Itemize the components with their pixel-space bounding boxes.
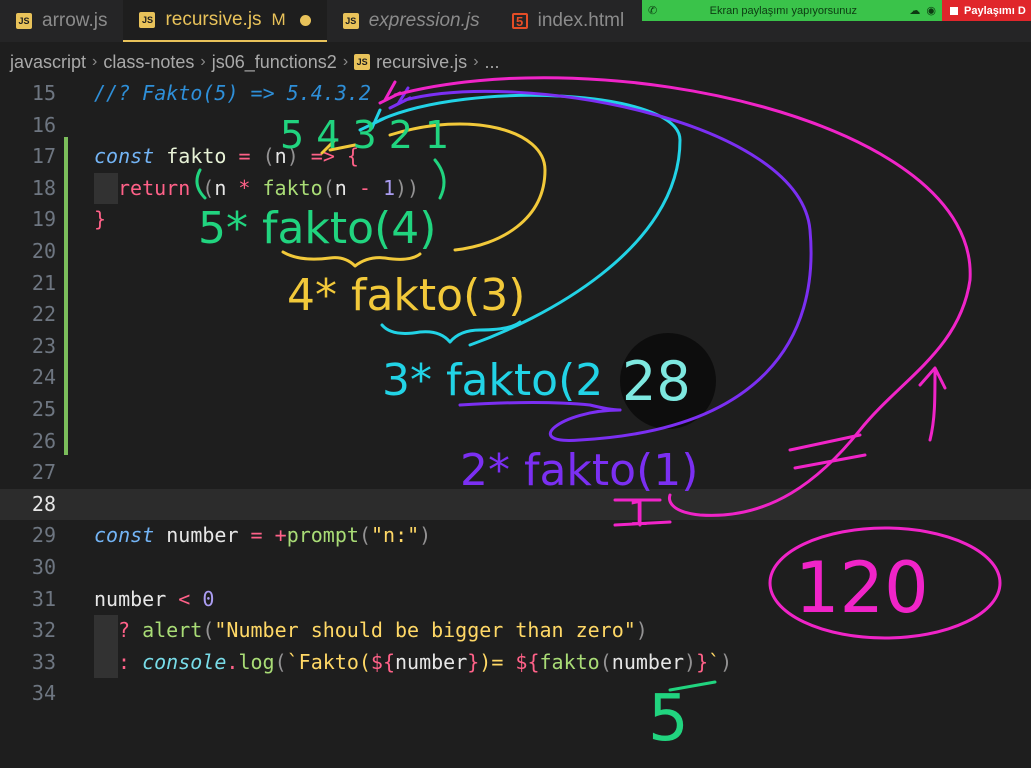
code-line[interactable]: 25 xyxy=(0,394,1031,426)
breadcrumb-item[interactable]: javascript xyxy=(10,52,86,73)
line-number: 30 xyxy=(31,555,56,579)
line-number: 27 xyxy=(31,460,56,485)
breadcrumb-item[interactable]: js06_functions2 xyxy=(212,52,337,73)
code-line[interactable]: 22 xyxy=(0,299,1031,331)
line-number: 17 xyxy=(31,144,56,169)
stop-sharing-button[interactable]: Paylaşımı D xyxy=(942,0,1031,21)
tab-label: index.html xyxy=(537,10,625,31)
screen-share-status[interactable]: ✆ Ekran paylaşımı yapıyorsunuz ☁ ◉ xyxy=(642,0,942,21)
breadcrumb: javascript › class-notes › js06_function… xyxy=(0,44,1031,80)
javascript-file-icon: JS xyxy=(342,13,359,29)
line-number: 22 xyxy=(31,302,56,327)
cursor-line-number: 28 xyxy=(622,350,691,413)
tab-arrow-js[interactable]: JS arrow.js xyxy=(0,0,123,42)
code-line[interactable]: 34 xyxy=(0,678,1031,710)
tab-expression-js[interactable]: JS expression.js xyxy=(327,0,496,42)
chevron-right-icon: › xyxy=(473,53,479,70)
screen-share-label: Ekran paylaşımı yapıyorsunuz xyxy=(709,4,857,17)
line-number: 28 xyxy=(31,491,56,516)
line-number: 16 xyxy=(31,112,56,137)
line-number: 26 xyxy=(31,428,56,453)
code-text: return (n * fakto(n - 1)) xyxy=(118,175,420,200)
code-line[interactable]: 29 const number = +prompt("n:") xyxy=(0,520,1031,552)
line-number: 15 xyxy=(31,81,56,105)
code-line[interactable]: 26 xyxy=(0,426,1031,458)
line-number: 32 xyxy=(31,618,56,643)
code-line[interactable]: 27 xyxy=(0,457,1031,489)
code-line[interactable]: 17 const fakto = (n) => { xyxy=(0,141,1031,173)
code-line[interactable]: 21 xyxy=(0,268,1031,300)
line-number: 33 xyxy=(31,649,56,674)
tab-recursive-js[interactable]: JS recursive.js M xyxy=(123,0,327,42)
javascript-file-icon: JS xyxy=(16,13,32,29)
code-text: number < 0 xyxy=(94,586,215,611)
chevron-right-icon: › xyxy=(200,53,206,70)
code-text: : console.log(`Fakto(${number})= ${fakto… xyxy=(118,649,733,674)
html-file-icon: 5 xyxy=(511,13,528,29)
tab-label: arrow.js xyxy=(42,10,108,31)
chevron-right-icon: › xyxy=(342,53,349,70)
code-line[interactable]: 16 xyxy=(0,110,1031,142)
indent-guide xyxy=(94,172,118,205)
unsaved-dot-icon[interactable] xyxy=(299,14,311,26)
code-line[interactable]: 30 xyxy=(0,552,1031,584)
line-number: 23 xyxy=(31,333,56,358)
code-line[interactable]: 15 //? Fakto(5) => 5.4.3.2 xyxy=(0,78,1031,110)
code-line[interactable]: 20 xyxy=(0,236,1031,268)
code-editor[interactable]: 15 //? Fakto(5) => 5.4.3.2 16 17 const f… xyxy=(0,78,1031,768)
code-text: ? alert("Number should be bigger than ze… xyxy=(118,618,648,643)
code-text: const number = +prompt("n:") xyxy=(94,523,432,548)
cloud-icon: ☁ xyxy=(909,5,921,17)
line-number: 31 xyxy=(31,586,56,611)
line-number: 18 xyxy=(31,175,56,200)
line-number: 29 xyxy=(31,523,56,548)
phone-icon: ✆ xyxy=(648,5,658,17)
javascript-file-icon: JS xyxy=(354,54,371,70)
line-number: 34 xyxy=(31,681,56,706)
tab-index-html[interactable]: 5 index.html xyxy=(496,0,641,42)
code-line[interactable]: 32 ? alert("Number should be bigger than… xyxy=(0,615,1031,647)
code-line[interactable]: 33 : console.log(`Fakto(${number})= ${fa… xyxy=(0,646,1031,679)
comment: //? Fakto(5) => 5.4.3.2 xyxy=(94,81,371,105)
stop-sharing-label: Paylaşımı D xyxy=(964,4,1026,17)
shield-icon: ◉ xyxy=(926,5,936,17)
code-text: } xyxy=(94,207,107,232)
breadcrumb-item[interactable]: ... xyxy=(485,52,500,73)
line-number: 21 xyxy=(31,270,56,295)
code-line[interactable]: 31 number < 0 xyxy=(0,584,1031,616)
indent-guide xyxy=(94,646,118,679)
code-line[interactable]: 23 xyxy=(0,331,1031,363)
breadcrumb-item[interactable]: class-notes xyxy=(103,52,194,73)
code-line[interactable]: 18 return (n * fakto(n - 1)) xyxy=(0,172,1031,205)
code-line[interactable]: 19 } xyxy=(0,204,1031,236)
code-line-current[interactable]: 28 xyxy=(0,488,1031,521)
line-number: 25 xyxy=(31,397,56,421)
tab-label: recursive.js xyxy=(165,9,262,30)
screen-share-bar: ✆ Ekran paylaşımı yapıyorsunuz ☁ ◉ Payla… xyxy=(642,0,1031,21)
chevron-right-icon: › xyxy=(92,53,98,70)
breadcrumb-item[interactable]: recursive.js xyxy=(376,52,467,73)
indent-guide xyxy=(94,615,118,647)
line-number: 19 xyxy=(31,207,56,232)
code-line[interactable]: 24 xyxy=(0,362,1031,394)
line-number: 24 xyxy=(31,365,56,390)
javascript-file-icon: JS xyxy=(139,12,156,28)
stop-icon xyxy=(950,6,958,15)
line-number: 20 xyxy=(31,239,56,263)
modified-badge: M xyxy=(271,10,286,29)
tab-label: expression.js xyxy=(368,10,480,31)
code-text: const fakto = (n) => { xyxy=(94,144,359,169)
